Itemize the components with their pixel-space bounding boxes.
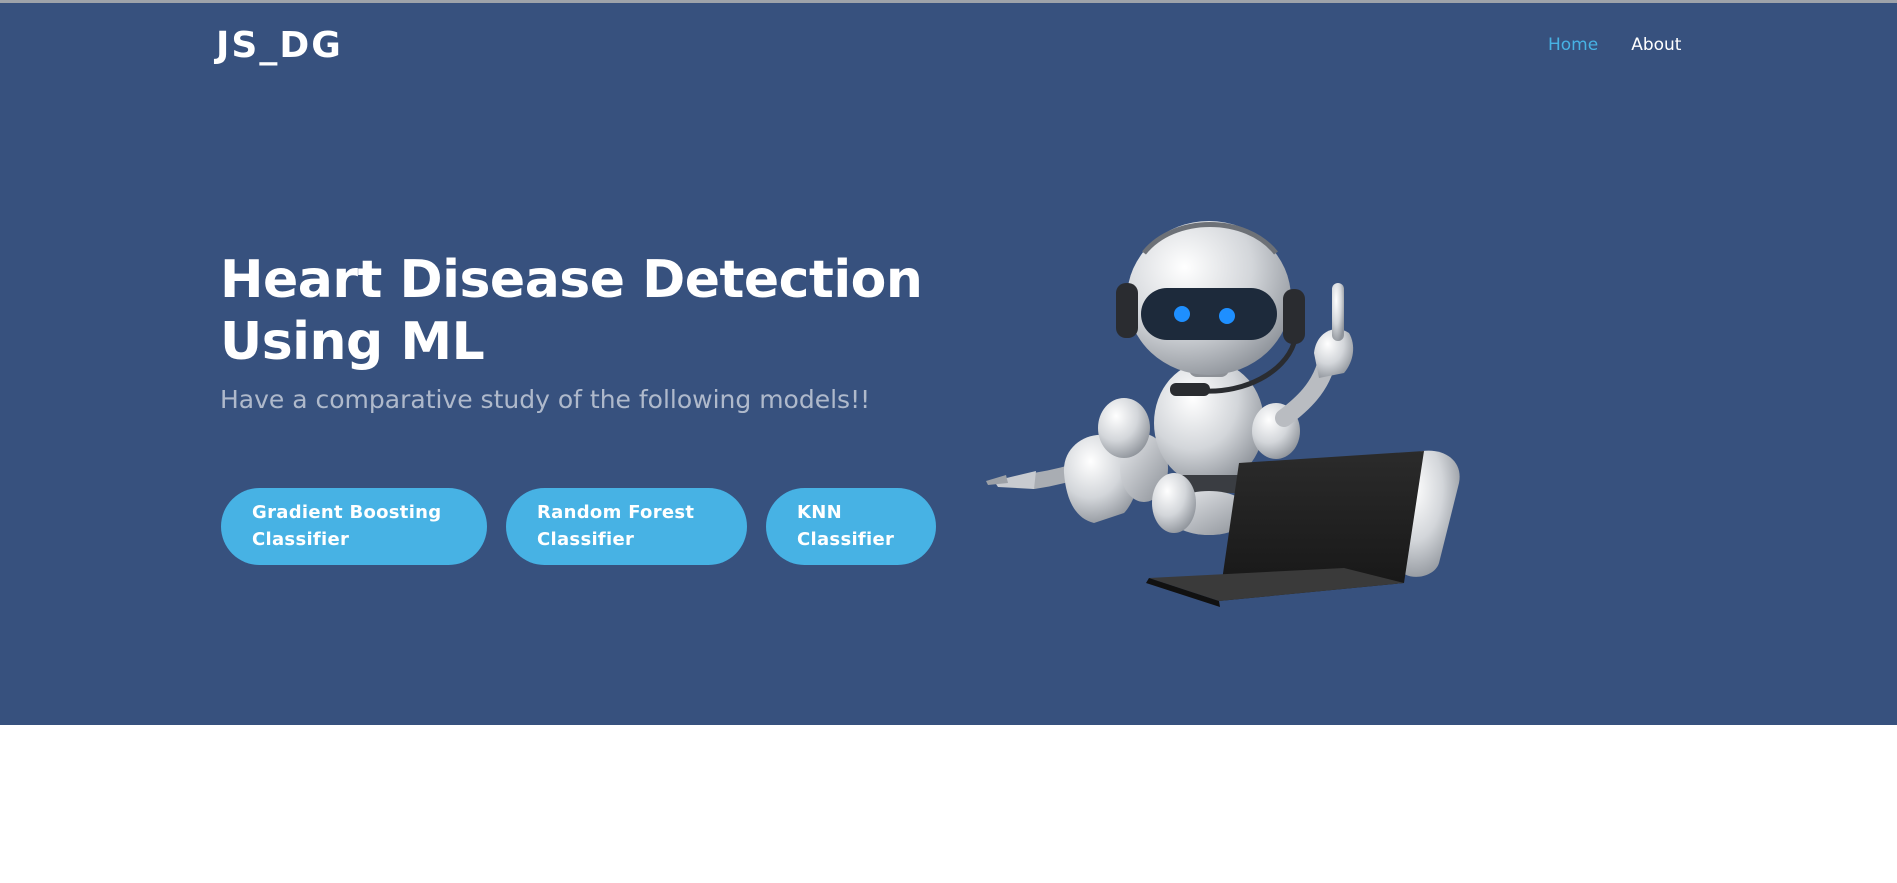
button-label-line-1: Gradient Boosting	[252, 502, 442, 523]
hero-title: Heart Disease Detection Using ML	[220, 249, 940, 373]
hero-section: JS_DG Home About Heart Disease Detection…	[0, 3, 1897, 725]
hero-subtitle: Have a comparative study of the followin…	[220, 385, 871, 414]
knn-button[interactable]: KNN Classifier	[766, 488, 936, 565]
hero-title-line-1: Heart Disease Detection	[220, 250, 923, 310]
nav-about-link[interactable]: About	[1631, 35, 1681, 55]
button-label-line-2: Classifier	[537, 529, 635, 550]
nav-home-link[interactable]: Home	[1548, 35, 1598, 55]
robot-with-laptop-icon	[986, 221, 1460, 607]
main-nav: Home About	[1548, 35, 1681, 55]
hero-title-line-2: Using ML	[220, 312, 485, 372]
random-forest-button[interactable]: Random Forest Classifier	[506, 488, 747, 565]
gradient-boosting-button[interactable]: Gradient Boosting Classifier	[221, 488, 487, 565]
button-label-line-2: Classifier	[797, 529, 895, 550]
button-label-line-1: Random Forest	[537, 502, 695, 523]
button-label-line-2: Classifier	[252, 529, 350, 550]
site-logo[interactable]: JS_DG	[216, 25, 343, 66]
button-label-line-1: KNN	[797, 502, 842, 523]
